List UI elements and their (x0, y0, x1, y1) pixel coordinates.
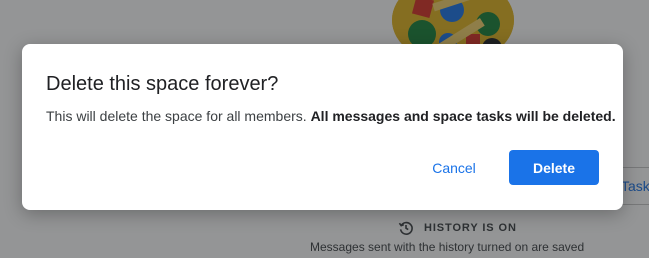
cancel-button[interactable]: Cancel (410, 150, 498, 186)
dialog-title: Delete this space forever? (46, 73, 279, 95)
dialog-message-text: This will delete the space for all membe… (46, 108, 311, 124)
dialog-message: This will delete the space for all membe… (46, 108, 616, 124)
delete-button[interactable]: Delete (509, 150, 599, 185)
delete-space-dialog: Delete this space forever? This will del… (22, 44, 623, 210)
dialog-message-warning: All messages and space tasks will be del… (310, 108, 616, 124)
